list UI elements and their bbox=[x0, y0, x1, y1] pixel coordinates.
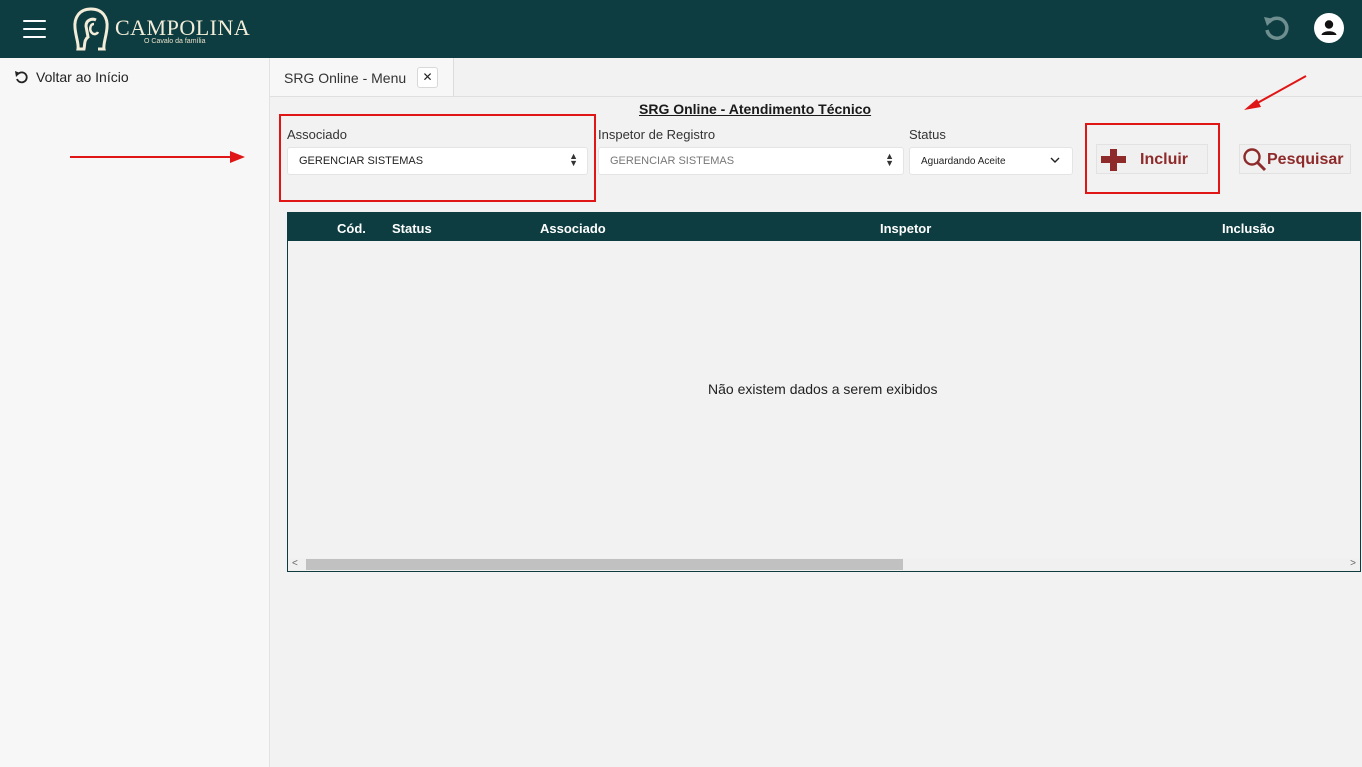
empty-message: Não existem dados a serem exibidos bbox=[708, 381, 938, 397]
status-select[interactable]: Aguardando Aceite bbox=[909, 147, 1073, 175]
inspetor-value: GERENCIAR SISTEMAS bbox=[610, 155, 735, 167]
column-header-inspetor[interactable]: Inspetor bbox=[880, 221, 931, 236]
scroll-left-icon[interactable]: < bbox=[292, 558, 298, 569]
column-header-status[interactable]: Status bbox=[392, 221, 432, 236]
inspetor-select[interactable]: GERENCIAR SISTEMAS ▲ ▼ bbox=[598, 147, 904, 175]
campolina-logo-icon bbox=[73, 7, 109, 51]
highlight-box-incluir bbox=[1085, 123, 1220, 194]
horizontal-scrollbar[interactable]: < > bbox=[288, 558, 1360, 571]
pesquisar-button[interactable]: Pesquisar bbox=[1239, 144, 1351, 174]
column-header-associado[interactable]: Associado bbox=[540, 221, 606, 236]
sidebar: Voltar ao Início bbox=[0, 58, 270, 767]
chevron-down-icon bbox=[1050, 157, 1060, 163]
scrollbar-thumb[interactable] bbox=[306, 559, 903, 570]
pesquisar-label: Pesquisar bbox=[1267, 151, 1344, 168]
column-header-cod[interactable]: Cód. bbox=[337, 221, 366, 236]
tab-label: SRG Online - Menu bbox=[284, 70, 407, 86]
tab-bar: SRG Online - Menu ✕ bbox=[270, 58, 1362, 97]
brand-tagline: O Cavalo da família bbox=[144, 38, 206, 45]
sort-arrows-icon: ▲ ▼ bbox=[885, 151, 894, 168]
search-icon bbox=[1243, 148, 1267, 172]
status-value: Aguardando Aceite bbox=[921, 156, 1006, 167]
close-icon[interactable]: ✕ bbox=[417, 67, 438, 88]
hamburger-icon[interactable] bbox=[23, 20, 46, 38]
refresh-icon[interactable] bbox=[1261, 12, 1293, 44]
top-bar: CAMPOLINA O Cavalo da família bbox=[0, 0, 1362, 58]
user-avatar-icon[interactable] bbox=[1314, 13, 1344, 43]
tab-srg-menu[interactable]: SRG Online - Menu ✕ bbox=[270, 58, 454, 96]
undo-icon bbox=[15, 71, 28, 84]
status-label: Status bbox=[909, 127, 946, 142]
scroll-right-icon[interactable]: > bbox=[1350, 558, 1356, 569]
arrow-right-icon bbox=[70, 151, 245, 163]
page-title: SRG Online - Atendimento Técnico bbox=[639, 101, 872, 117]
grid-header: Cód. Status Associado Inspetor Inclusão bbox=[288, 213, 1360, 241]
highlight-box-associado bbox=[279, 114, 596, 202]
inspetor-label: Inspetor de Registro bbox=[598, 127, 716, 142]
back-to-home-link[interactable]: Voltar ao Início bbox=[14, 69, 129, 85]
column-header-inclusao[interactable]: Inclusão bbox=[1222, 221, 1275, 236]
back-label: Voltar ao Início bbox=[36, 69, 129, 85]
data-grid: Cód. Status Associado Inspetor Inclusão … bbox=[287, 212, 1361, 572]
arrow-down-left-icon bbox=[1244, 75, 1307, 110]
